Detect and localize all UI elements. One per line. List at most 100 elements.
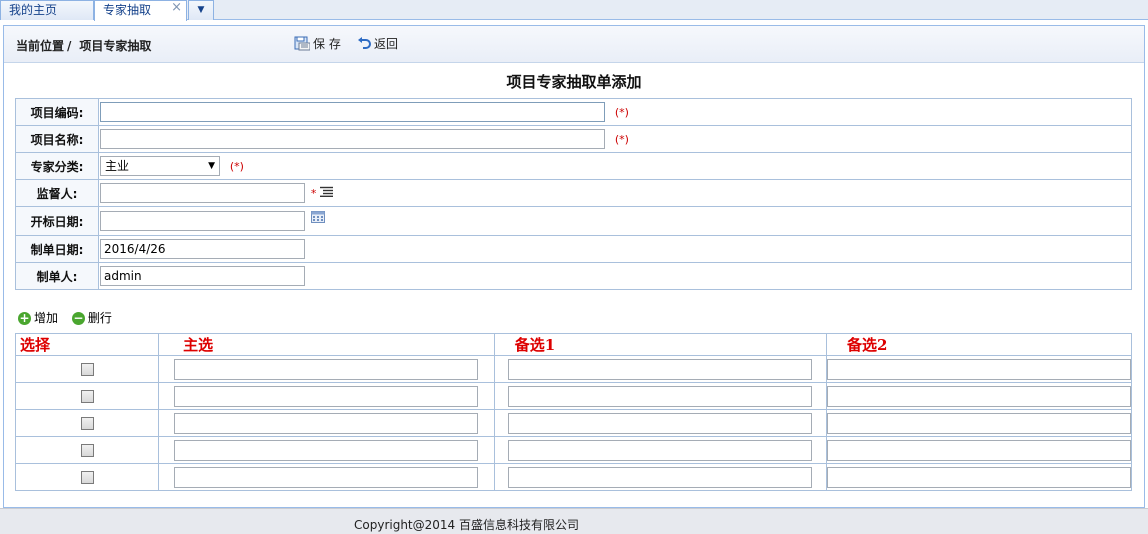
form-row-create-date: 制单日期:: [15, 235, 1132, 263]
calendar-icon[interactable]: [310, 211, 325, 226]
select-value: 主业: [105, 159, 130, 173]
list-select-icon[interactable]: [320, 186, 334, 200]
primary-expert-input[interactable]: [174, 412, 479, 434]
required-star: *: [310, 186, 317, 200]
grid-cell-primary: [158, 463, 495, 491]
form-row-supervisor: 监督人: *: [15, 179, 1132, 207]
field-label: 监督人:: [15, 179, 99, 207]
tab-label: 我的主页: [9, 3, 58, 17]
field-label: 专家分类:: [15, 152, 99, 180]
undo-arrow-icon: [357, 36, 371, 53]
delete-row-button[interactable]: − 删行: [71, 309, 112, 326]
back-button[interactable]: 返回: [357, 35, 398, 53]
grid-cell-primary: [158, 355, 495, 383]
grid-cell-alt1: [493, 355, 828, 383]
table-row: [14, 436, 1132, 464]
save-icon: [294, 36, 311, 54]
column-header-alt1: 备选1: [493, 333, 828, 356]
save-button[interactable]: 保 存: [294, 35, 341, 54]
breadcrumb-prefix: 当前位置: [16, 39, 65, 53]
form-row-project-code: 项目编码: (*): [15, 98, 1132, 126]
form-title: 项目专家抽取单添加: [506, 73, 642, 91]
plus-circle-icon: +: [18, 311, 31, 325]
back-label: 返回: [374, 37, 399, 51]
project-name-input[interactable]: [100, 129, 605, 149]
grid-cell-primary: [158, 382, 495, 410]
close-icon[interactable]: ×: [171, 0, 182, 17]
row-checkbox[interactable]: [80, 444, 94, 457]
field-label: 项目编码:: [15, 98, 99, 126]
primary-expert-input[interactable]: [174, 385, 479, 407]
alt1-expert-input[interactable]: [508, 439, 813, 461]
required-mark: (*): [614, 132, 629, 146]
grid-cell-alt1: [493, 409, 828, 437]
tab-bar: 我的主页 专家抽取 × ▼: [0, 0, 1148, 21]
project-code-input[interactable]: [100, 102, 605, 122]
tab-menu-button[interactable]: ▼: [188, 0, 214, 20]
row-checkbox[interactable]: [80, 471, 94, 484]
field-label: 制单日期:: [15, 235, 99, 263]
alt1-expert-input[interactable]: [508, 466, 813, 488]
grid-cell-alt2: [826, 355, 1132, 383]
form-row-creator: 制单人:: [15, 262, 1132, 290]
column-header-primary: 主选: [158, 333, 495, 356]
tab-label: 专家抽取: [103, 3, 152, 17]
grid-cell-alt2: [826, 382, 1132, 410]
select-cell: [14, 463, 160, 491]
grid-toolbar: + 增加 − 删行: [18, 309, 122, 326]
copyright-text: Copyright@2014 百盛信息科技有限公司: [354, 518, 579, 532]
field-label: 开标日期:: [15, 206, 99, 236]
grid-header-row: 选择 主选 备选1 备选2: [14, 333, 1132, 356]
alt2-expert-input[interactable]: [827, 439, 1131, 461]
table-row: [14, 463, 1132, 491]
select-cell: [14, 409, 160, 437]
primary-expert-input[interactable]: [174, 439, 479, 461]
alt1-expert-input[interactable]: [508, 385, 813, 407]
chevron-down-icon: ▼: [208, 161, 215, 171]
select-cell: [14, 355, 160, 383]
row-checkbox[interactable]: [80, 390, 94, 403]
row-checkbox[interactable]: [80, 363, 94, 376]
grid-cell-alt1: [493, 463, 828, 491]
tab-home[interactable]: 我的主页: [0, 0, 94, 20]
alt2-expert-input[interactable]: [827, 385, 1131, 407]
toolbar: 当前位置 / 项目专家抽取 保 存 返回: [4, 26, 1144, 63]
alt2-expert-input[interactable]: [827, 466, 1131, 488]
expert-category-select[interactable]: 主业 ▼: [100, 156, 220, 176]
minus-circle-icon: −: [71, 311, 85, 325]
alt2-expert-input[interactable]: [827, 358, 1131, 380]
alt1-expert-input[interactable]: [508, 358, 813, 380]
field-label: 项目名称:: [15, 125, 99, 153]
form-row-expert-category: 专家分类: 主业 ▼ (*): [15, 152, 1132, 180]
field-label: 制单人:: [15, 262, 99, 290]
alt2-expert-input[interactable]: [827, 412, 1131, 434]
create-date-input[interactable]: [100, 239, 305, 259]
primary-expert-input[interactable]: [174, 466, 479, 488]
alt1-expert-input[interactable]: [508, 412, 813, 434]
select-cell: [14, 382, 160, 410]
creator-input[interactable]: [100, 266, 305, 286]
form-table: 项目编码: (*) 项目名称: (*) 专家分类: 主业 ▼ (*) 监督人: …: [15, 98, 1132, 290]
column-header-select: 选择: [14, 333, 160, 356]
required-mark: (*): [229, 159, 244, 173]
grid-cell-alt1: [493, 382, 828, 410]
supervisor-input[interactable]: [100, 183, 305, 203]
select-cell: [14, 436, 160, 464]
breadcrumb: 当前位置 / 项目专家抽取: [16, 37, 151, 54]
breadcrumb-separator: /: [67, 39, 72, 53]
tab-expert-extraction[interactable]: 专家抽取 ×: [94, 0, 187, 21]
primary-expert-input[interactable]: [174, 358, 479, 380]
save-label: 保 存: [313, 37, 341, 51]
breadcrumb-current: 项目专家抽取: [79, 39, 152, 53]
delete-row-label: 删行: [87, 311, 112, 325]
grid-cell-alt2: [826, 409, 1132, 437]
row-checkbox[interactable]: [80, 417, 94, 430]
table-row: [14, 409, 1132, 437]
add-row-button[interactable]: + 增加: [18, 309, 58, 326]
footer: Copyright@2014 百盛信息科技有限公司: [0, 508, 1148, 534]
grid-cell-alt2: [826, 463, 1132, 491]
expert-grid: 选择 主选 备选1 备选2: [14, 333, 1132, 491]
bid-date-input[interactable]: [100, 211, 305, 231]
grid-cell-primary: [158, 409, 495, 437]
required-mark: (*): [614, 105, 629, 119]
